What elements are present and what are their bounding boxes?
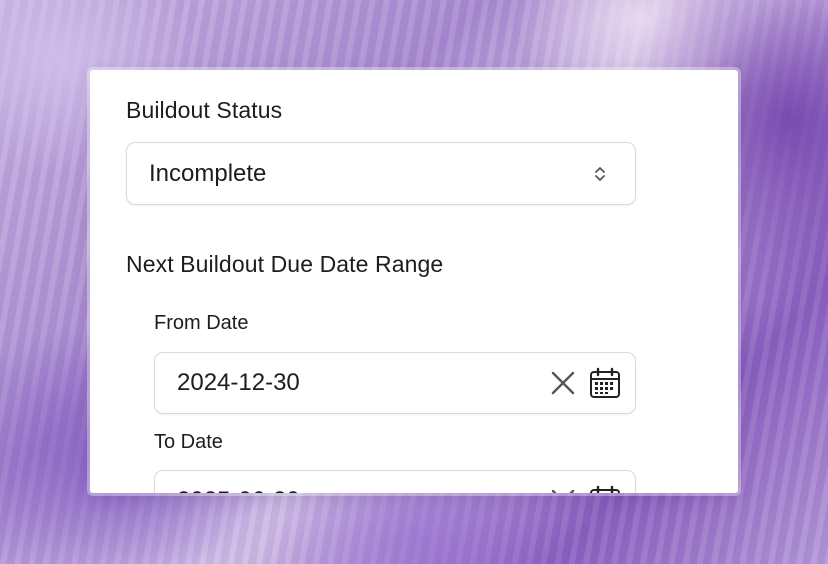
from-date-label: From Date <box>154 312 249 334</box>
to-date-input[interactable]: 2025-06-30 <box>154 470 636 493</box>
from-date-value: 2024-12-30 <box>177 369 300 396</box>
calendar-icon[interactable] <box>589 485 621 493</box>
from-date-input[interactable]: 2024-12-30 <box>154 352 636 414</box>
filter-panel: Buildout Status Incomplete Next Buildout… <box>90 70 738 493</box>
buildout-status-select[interactable]: Incomplete <box>126 142 636 205</box>
clear-x-icon[interactable] <box>551 371 575 395</box>
buildout-status-value: Incomplete <box>149 159 267 187</box>
due-date-range-label: Next Buildout Due Date Range <box>126 251 444 277</box>
to-date-label: To Date <box>154 431 223 453</box>
clear-x-icon[interactable] <box>551 489 575 493</box>
chevron-updown-icon <box>595 167 605 181</box>
calendar-icon[interactable] <box>589 367 621 399</box>
buildout-status-label: Buildout Status <box>126 97 283 123</box>
to-date-value: 2025-06-30 <box>177 487 300 493</box>
